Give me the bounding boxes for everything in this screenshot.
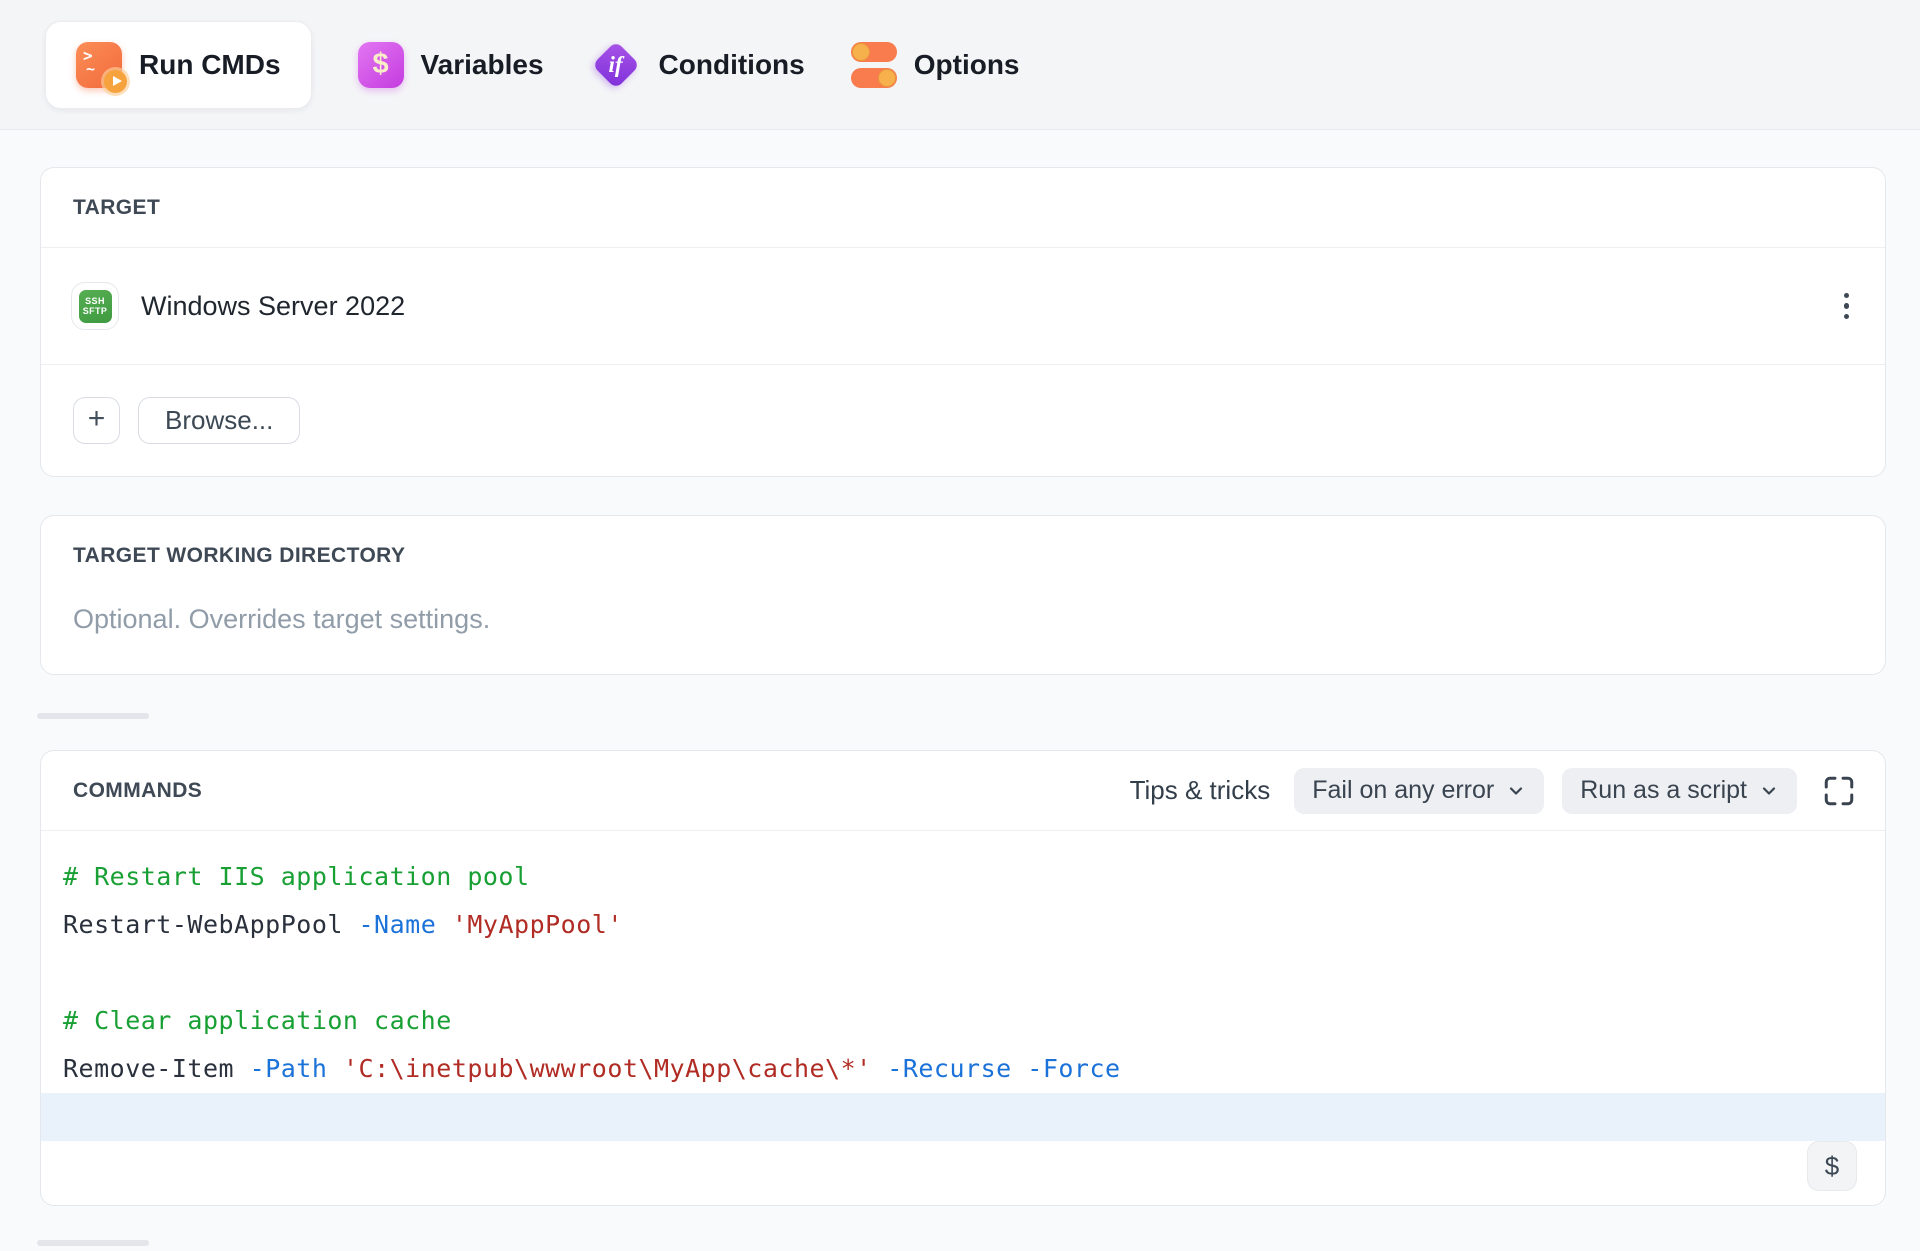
code-token-plain [327, 1054, 343, 1083]
insert-variable-button[interactable]: $ [1807, 1141, 1857, 1191]
code-token-command: Remove-Item [63, 1054, 234, 1083]
commands-panel-header: COMMANDS Tips & tricks Fail on any error… [41, 751, 1885, 831]
commands-title: COMMANDS [73, 779, 202, 803]
run-mode-dropdown[interactable]: Run as a script [1562, 768, 1797, 814]
code-token-plain [1012, 1054, 1028, 1083]
code-token-string: 'MyAppPool' [452, 910, 623, 939]
tab-label: Conditions [659, 49, 805, 81]
code-token-plain [234, 1054, 250, 1083]
target-server-row[interactable]: SSH SFTP Windows Server 2022 [41, 248, 1885, 365]
target-title: TARGET [73, 196, 160, 220]
fullscreen-icon [1821, 773, 1857, 809]
tab-run-cmds[interactable]: > ~ Run CMDs [45, 21, 312, 109]
sftp-label: SFTP [83, 306, 108, 317]
ssh-sftp-icon: SSH SFTP [71, 282, 119, 330]
ssh-label: SSH [85, 296, 105, 307]
code-line[interactable]: Restart-WebAppPool -Name 'MyAppPool' [41, 901, 1885, 949]
if-glyph: if [609, 52, 623, 78]
tab-conditions[interactable]: if Conditions [590, 39, 805, 91]
tab-variables[interactable]: $ Variables [358, 42, 544, 88]
code-line[interactable] [41, 949, 1885, 997]
chevron-down-icon [1759, 781, 1779, 801]
working-directory-title: TARGET WORKING DIRECTORY [73, 544, 405, 567]
kebab-menu-icon[interactable] [1834, 283, 1860, 330]
target-panel-header: TARGET [41, 168, 1885, 248]
target-server-name: Windows Server 2022 [141, 291, 405, 322]
working-directory-panel: TARGET WORKING DIRECTORY Optional. Overr… [40, 515, 1886, 675]
toggles-options-icon [851, 42, 897, 88]
code-editor[interactable]: # Restart IIS application pool Restart-We… [41, 831, 1885, 1141]
dollar-variables-icon: $ [358, 42, 404, 88]
code-line[interactable]: Remove-Item -Path 'C:\inetpub\wwwroot\My… [41, 1045, 1885, 1093]
commands-controls: Tips & tricks Fail on any error Run as a… [1130, 768, 1857, 814]
code-token-string: 'C:\inetpub\wwwroot\MyApp\cache\*' [343, 1054, 872, 1083]
section-divider [37, 1240, 149, 1246]
terminal-play-icon: > ~ [76, 42, 122, 88]
code-token-plain [436, 910, 452, 939]
tips-and-tricks-link[interactable]: Tips & tricks [1130, 775, 1271, 806]
section-divider [37, 713, 149, 719]
commands-panel: COMMANDS Tips & tricks Fail on any error… [40, 750, 1886, 1206]
code-line[interactable]: # Clear application cache [41, 997, 1885, 1045]
target-panel: TARGET SSH SFTP Windows Server 2022 + Br… [40, 167, 1886, 477]
code-token-plain [872, 1054, 888, 1083]
code-editor-footer: $ [41, 1141, 1885, 1205]
target-actions-row: + Browse... [41, 365, 1885, 476]
code-token-command: Restart-WebAppPool [63, 910, 343, 939]
working-directory-input[interactable]: Optional. Overrides target settings. [73, 604, 1853, 635]
tab-label: Variables [421, 49, 544, 81]
code-token-parameter: -Path [250, 1054, 328, 1083]
fullscreen-button[interactable] [1821, 773, 1857, 809]
play-badge-icon [104, 70, 127, 93]
code-token-parameter: -Recurse [887, 1054, 1011, 1083]
error-mode-dropdown[interactable]: Fail on any error [1294, 768, 1544, 814]
code-token-parameter: -Name [359, 910, 437, 939]
code-token-plain [343, 910, 359, 939]
code-line[interactable]: # Restart IIS application pool [41, 853, 1885, 901]
if-conditions-icon: if [590, 39, 642, 91]
run-mode-value: Run as a script [1580, 776, 1747, 805]
chevron-down-icon [1506, 781, 1526, 801]
code-token-parameter: -Force [1027, 1054, 1120, 1083]
tab-options[interactable]: Options [851, 42, 1020, 88]
error-mode-value: Fail on any error [1312, 776, 1494, 805]
add-target-button[interactable]: + [73, 397, 120, 444]
tab-label: Options [914, 49, 1020, 81]
code-token-comment: # Restart IIS application pool [63, 862, 530, 891]
action-tab-bar: > ~ Run CMDs $ Variables if Conditions O… [0, 0, 1920, 130]
terminal-tilde-glyph: ~ [86, 60, 95, 78]
browse-button[interactable]: Browse... [138, 397, 300, 444]
code-token-comment: # Clear application cache [63, 1006, 452, 1035]
code-cursor-line[interactable] [41, 1093, 1885, 1141]
tab-label: Run CMDs [139, 49, 281, 81]
